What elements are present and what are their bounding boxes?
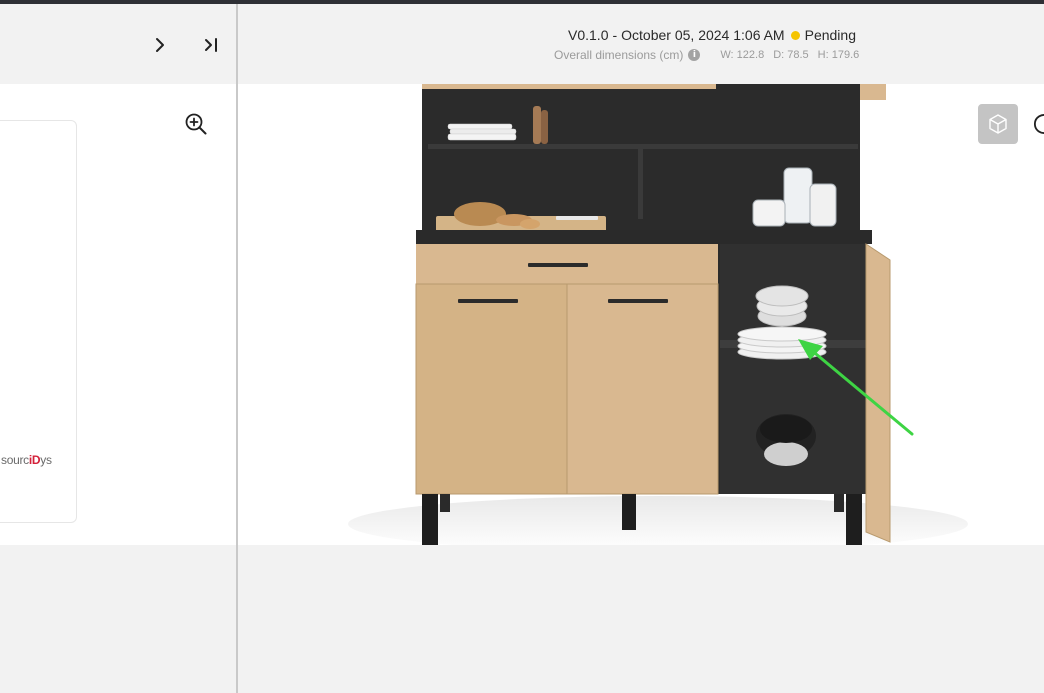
left-door-handle bbox=[458, 299, 518, 303]
dimensions-line: Overall dimensions (cm) i W: 122.8 D: 78… bbox=[554, 48, 868, 62]
left-panel-content: sourciDys bbox=[0, 84, 237, 545]
skip-to-end-icon bbox=[205, 38, 217, 52]
version-date: October 05, 2024 1:06 AM bbox=[621, 27, 785, 43]
status-label: Pending bbox=[804, 27, 856, 43]
height-value: H: 179.6 bbox=[817, 49, 860, 61]
right-door-handle bbox=[608, 299, 668, 303]
leg-front-left bbox=[422, 494, 438, 545]
upper-shelf bbox=[428, 144, 858, 149]
pepper-mills bbox=[533, 106, 548, 144]
leg-front-middle bbox=[622, 494, 636, 530]
towels bbox=[447, 123, 517, 141]
version-line: V0.1.0 - October 05, 2024 1:06 AM Pendin… bbox=[568, 27, 856, 43]
chevron-right-icon bbox=[156, 38, 164, 52]
leg-front-right bbox=[846, 494, 862, 545]
right-door bbox=[566, 283, 719, 495]
version-label: V0.1.0 bbox=[568, 27, 609, 43]
last-button[interactable] bbox=[201, 34, 223, 56]
viewer-header: V0.1.0 - October 05, 2024 1:06 AM Pendin… bbox=[238, 4, 1044, 84]
depth-value: D: 78.5 bbox=[773, 49, 809, 61]
product-image-card[interactable]: sourciDys bbox=[0, 120, 77, 523]
left-door bbox=[415, 283, 568, 495]
left-panel-header bbox=[0, 4, 237, 84]
countertop bbox=[416, 230, 872, 244]
rotate-icon bbox=[1034, 114, 1044, 134]
rotate-view-button[interactable] bbox=[1034, 112, 1044, 136]
viewer-panel: V0.1.0 - October 05, 2024 1:06 AM Pendin… bbox=[238, 4, 1044, 693]
drawer-handle bbox=[528, 263, 588, 267]
zoom-in-button[interactable] bbox=[184, 112, 208, 136]
zoom-in-icon bbox=[185, 113, 207, 135]
dimensions-label: Overall dimensions (cm) bbox=[554, 48, 684, 62]
upper-divider bbox=[638, 149, 643, 219]
open-side-door bbox=[865, 243, 891, 543]
view-3d-button[interactable] bbox=[978, 104, 1018, 144]
leg-back-right bbox=[834, 494, 844, 512]
brand-logo: sourciDys bbox=[1, 453, 52, 467]
cube-icon bbox=[989, 114, 1007, 134]
product-viewer[interactable] bbox=[238, 84, 1044, 545]
upper-door-edge bbox=[860, 84, 886, 100]
width-value: W: 122.8 bbox=[720, 49, 765, 61]
version-separator: - bbox=[612, 27, 618, 43]
leg-back-left bbox=[440, 494, 450, 512]
cabinet-render bbox=[348, 84, 968, 545]
info-icon[interactable]: i bbox=[688, 49, 701, 61]
left-panel: sourciDys bbox=[0, 4, 237, 693]
status-dot bbox=[790, 30, 800, 40]
upper-wood-edge bbox=[422, 84, 716, 89]
next-button[interactable] bbox=[149, 34, 171, 56]
